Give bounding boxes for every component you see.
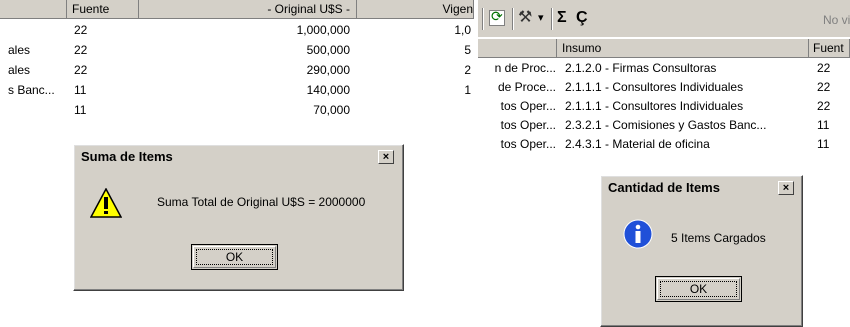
count-dialog-message: 5 Items Cargados — [671, 231, 766, 245]
row-original[interactable]: 1,000,000 — [139, 20, 350, 40]
ok-button-label: OK — [660, 281, 737, 297]
refresh-button[interactable]: ⟳ — [489, 8, 505, 26]
row-descripcion[interactable]: tos Oper... — [478, 135, 556, 154]
row-original[interactable]: 70,000 — [139, 100, 350, 120]
chevron-down-icon[interactable]: ▾ — [538, 8, 544, 28]
row-vigente[interactable]: 1 — [357, 80, 471, 100]
row-insumo[interactable]: 2.3.2.1 - Comisiones y Gastos Banc... — [565, 116, 808, 135]
sum-icon[interactable]: Σ — [557, 8, 567, 28]
toolbar-separator — [512, 8, 514, 30]
row-vigente[interactable]: 1,0 — [357, 20, 471, 40]
toolbar-separator — [551, 8, 553, 30]
row-original[interactable]: 500,000 — [139, 40, 350, 60]
row-descripcion[interactable]: n de Proc... — [478, 59, 556, 78]
warning-icon — [90, 188, 122, 218]
row-insumo[interactable]: 2.1.1.1 - Consultores Individuales — [565, 97, 808, 116]
row-vigente[interactable]: 5 — [357, 40, 471, 60]
tools-icon[interactable]: ⚒ — [518, 8, 532, 28]
sum-dialog-title: Suma de Items — [81, 149, 173, 164]
column-header-fuente[interactable]: Fuent — [809, 39, 850, 58]
row-vigente[interactable] — [357, 100, 471, 120]
row-descripcion[interactable]: de Proce... — [478, 78, 556, 97]
toolbar-separator — [482, 8, 484, 30]
count-dialog-ok-button[interactable]: OK — [655, 276, 742, 302]
sum-dialog-ok-button[interactable]: OK — [191, 244, 278, 270]
left-grid-header-blank[interactable] — [0, 0, 67, 19]
column-header-fuente[interactable]: Fuente — [67, 0, 139, 19]
row-fuente[interactable]: 11 — [74, 100, 134, 120]
sum-dialog-message: Suma Total de Original U$S = 2000000 — [157, 195, 366, 209]
row-descripcion[interactable]: tos Oper... — [478, 97, 556, 116]
row-insumo[interactable]: 2.1.2.0 - Firmas Consultoras — [565, 59, 808, 78]
row-fuente[interactable]: 22 — [74, 60, 134, 80]
row-descripcion[interactable]: s Banc... — [8, 80, 66, 100]
row-fuente[interactable]: 22 — [817, 59, 850, 78]
row-fuente[interactable]: 22 — [74, 40, 134, 60]
row-fuente[interactable]: 11 — [817, 135, 850, 154]
row-vigente[interactable]: 2 — [357, 60, 471, 80]
row-descripcion[interactable]: tos Oper... — [478, 116, 556, 135]
column-header-original[interactable]: - Original U$S - — [139, 0, 357, 19]
column-header-vigente[interactable]: Vigen — [357, 0, 474, 19]
right-grid-header-blank[interactable] — [478, 39, 557, 58]
count-dialog: Cantidad de Items × 5 Items Cargados OK — [600, 175, 803, 327]
row-original[interactable]: 140,000 — [139, 80, 350, 100]
refresh-icon: ⟳ — [491, 8, 503, 24]
sum-dialog: Suma de Items × Suma Total de Original U… — [73, 144, 404, 291]
row-insumo[interactable]: 2.1.1.1 - Consultores Individuales — [565, 78, 808, 97]
row-fuente[interactable]: 22 — [74, 20, 134, 40]
row-descripcion[interactable]: ales — [8, 60, 66, 80]
row-fuente[interactable]: 11 — [74, 80, 134, 100]
sum-dialog-close-button[interactable]: × — [378, 150, 394, 164]
row-fuente[interactable]: 11 — [817, 116, 850, 135]
count-dialog-title: Cantidad de Items — [608, 180, 720, 195]
count-icon[interactable]: Ç — [576, 8, 588, 28]
info-icon — [623, 219, 653, 249]
row-fuente[interactable]: 22 — [817, 78, 850, 97]
row-descripcion[interactable]: ales — [8, 40, 66, 60]
row-descripcion[interactable] — [8, 100, 66, 120]
toolbar: ⟳ ⚒ ▾ Σ Ç No vir — [478, 0, 850, 37]
row-fuente[interactable]: 22 — [817, 97, 850, 116]
row-descripcion[interactable] — [8, 20, 66, 40]
row-insumo[interactable]: 2.4.3.1 - Material de oficina — [565, 135, 808, 154]
count-dialog-close-button[interactable]: × — [778, 181, 794, 195]
status-text: No vir — [823, 13, 850, 27]
ok-button-label: OK — [196, 249, 273, 265]
column-header-insumo[interactable]: Insumo — [557, 39, 809, 58]
row-original[interactable]: 290,000 — [139, 60, 350, 80]
